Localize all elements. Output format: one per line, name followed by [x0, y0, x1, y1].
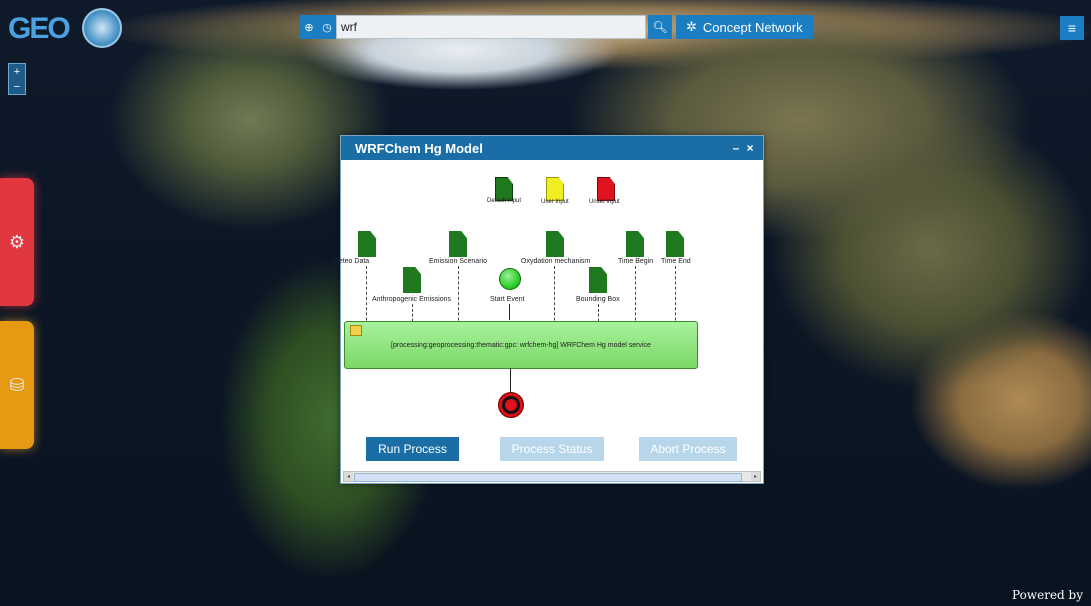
oxydation-mechanism-label: Oxydation mechanism — [521, 258, 591, 265]
emission-scenario-icon[interactable] — [449, 231, 467, 257]
scrollbar-thumb[interactable] — [354, 473, 742, 482]
scroll-left-button[interactable]: ◂ — [344, 472, 353, 481]
search-icon: 🔍︎ — [652, 20, 668, 34]
start-event-node[interactable] — [499, 268, 521, 290]
bounding-box-icon[interactable] — [589, 267, 607, 293]
zoom-control: + − — [8, 63, 26, 95]
clock-icon[interactable]: ◷ — [318, 15, 336, 39]
database-icon: ⛁ — [9, 374, 25, 395]
search-bar: ⊕ ◷ — [300, 15, 646, 39]
start-connector — [509, 304, 510, 320]
process-node[interactable]: [processing:geoprocessing:thematic:gpc: … — [344, 321, 698, 369]
user-input-legend-icon — [546, 177, 564, 201]
search-input[interactable] — [336, 15, 646, 39]
emission-scenario-label: Emission Scenario — [429, 258, 487, 265]
close-button[interactable]: × — [743, 141, 757, 155]
concept-network-label: Concept Network — [702, 19, 803, 35]
concept-network-button[interactable]: ✲ Concept Network — [676, 15, 813, 39]
time-end-label: Time End — [661, 258, 691, 265]
gears-icon: ⚙ — [8, 231, 26, 252]
service-icon — [350, 325, 362, 336]
time-begin-label: Time Begin — [618, 258, 654, 265]
minimize-button[interactable]: – — [729, 141, 743, 155]
legend-user-label: User Input — [541, 199, 569, 205]
workflow-canvas: Default Input User Input Unset Input Met… — [333, 160, 763, 471]
legend-unset-label: Unset Input — [589, 199, 620, 205]
search-button[interactable]: 🔍︎ — [648, 15, 672, 39]
end-event-inner — [506, 400, 516, 410]
horizontal-scrollbar[interactable]: ◂ ▸ — [343, 471, 761, 482]
dialog-header[interactable]: WRFChem Hg Model – × — [341, 136, 763, 160]
oxydation-mechanism-icon[interactable] — [546, 231, 564, 257]
powered-by: Powered by — [1012, 588, 1083, 602]
geo-logo: GEO — [8, 12, 71, 45]
process-status-button[interactable]: Process Status — [500, 437, 604, 461]
zoom-out-button[interactable]: − — [14, 81, 20, 93]
data-tab[interactable]: ⛁ — [0, 321, 34, 449]
legend-default-label: Default Input — [487, 198, 522, 204]
top-bar: GEO ⊕ ◷ 🔍︎ ✲ Concept Network ≡ — [0, 0, 1091, 50]
anthropogenic-emissions-label: Anthropogenic Emissions — [372, 296, 451, 303]
zoom-in-button[interactable]: + — [14, 66, 20, 78]
scroll-right-button[interactable]: ▸ — [751, 472, 760, 481]
processing-tab[interactable]: ⚙ — [0, 178, 34, 306]
network-icon: ✲ — [686, 19, 697, 34]
time-end-icon[interactable] — [666, 231, 684, 257]
bounding-box-label: Bounding Box — [576, 296, 620, 303]
meteo-data-icon[interactable] — [358, 231, 376, 257]
time-begin-icon[interactable] — [626, 231, 644, 257]
menu-icon: ≡ — [1067, 20, 1077, 36]
start-event-label: Start Event — [490, 296, 525, 303]
globe-icon[interactable]: ⊕ — [300, 15, 318, 39]
meteo-data-label: Meteo Data — [333, 258, 370, 265]
end-connector — [510, 368, 511, 392]
process-node-label: [processing:geoprocessing:thematic:gpc: … — [391, 341, 651, 349]
abort-process-button[interactable]: Abort Process — [639, 437, 737, 461]
run-process-button[interactable]: Run Process — [366, 437, 459, 461]
model-dialog: WRFChem Hg Model – × Default Input User … — [333, 135, 764, 484]
hamburger-menu-button[interactable]: ≡ — [1060, 16, 1084, 40]
anthropogenic-emissions-icon[interactable] — [403, 267, 421, 293]
dialog-title: WRFChem Hg Model — [355, 140, 483, 156]
unset-input-legend-icon — [597, 177, 615, 201]
partner-logo-icon — [82, 8, 122, 48]
